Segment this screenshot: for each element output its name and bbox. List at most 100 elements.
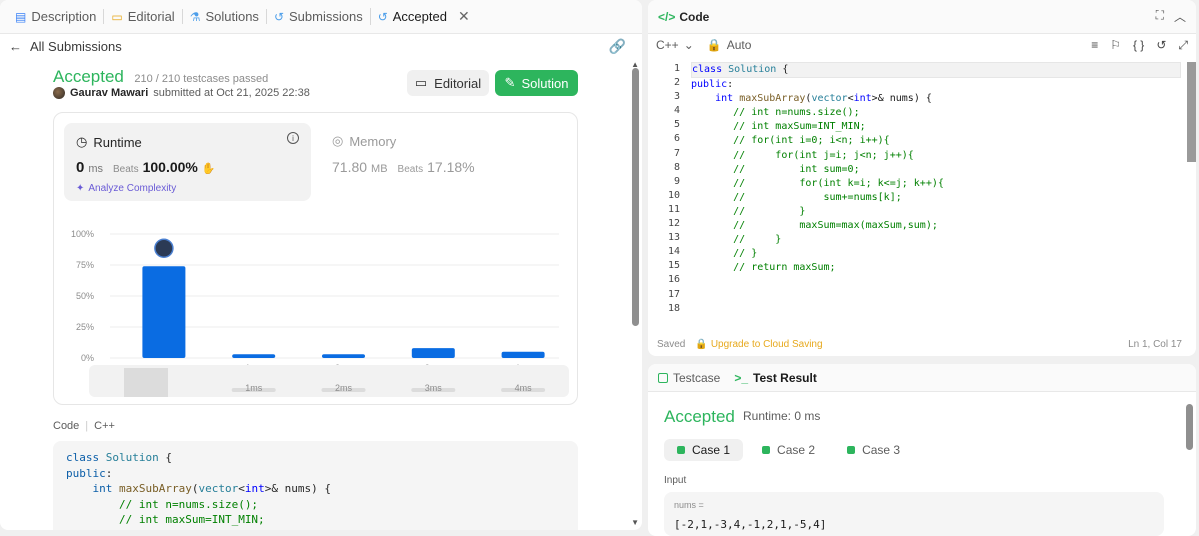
book-icon: ▭ xyxy=(414,75,428,90)
code-section-label: Code xyxy=(53,420,80,432)
terminal-icon: >_ xyxy=(734,370,749,385)
code-panel-header: </> Code ⛶ ︿ xyxy=(648,0,1196,34)
tab-accepted-label: Accepted xyxy=(392,9,447,24)
tab-description[interactable]: ▤ Description xyxy=(8,9,103,24)
runtime-box[interactable]: ◷ Runtime i 0 ms Beats 100.00% ✋ ✦ Analy… xyxy=(64,123,311,201)
avatar[interactable] xyxy=(53,87,65,99)
y-tick-label: 25% xyxy=(76,322,94,332)
solution-button-label: Solution xyxy=(521,75,569,91)
code-panel-title: Code xyxy=(679,9,710,24)
left-scrollbar-thumb[interactable] xyxy=(632,68,639,326)
chart-bar[interactable] xyxy=(142,266,186,358)
analyze-complexity-link[interactable]: ✦ Analyze Complexity xyxy=(76,183,176,194)
test-runtime: Runtime: 0 ms xyxy=(743,409,821,423)
runtime-heading: ◷ Runtime xyxy=(76,134,142,150)
case-label: Case 1 xyxy=(692,443,731,457)
tab-editorial[interactable]: ▭ Editorial xyxy=(103,9,181,24)
code-editor[interactable]: 1 2 3 4 5 6 7 8 9 10 11 12 13 14 15 16 1… xyxy=(648,62,1184,322)
memory-heading[interactable]: ◎ Memory xyxy=(332,133,396,149)
test-result-panel: Testcase >_ Test Result Accepted Runtime… xyxy=(648,364,1196,536)
left-scrollbar[interactable] xyxy=(632,62,639,522)
tab-accepted[interactable]: ↺ Accepted ✕ xyxy=(369,8,477,25)
history-icon: ↺ xyxy=(377,9,388,24)
panel-window-controls: ⛶ ︿ xyxy=(1156,8,1186,25)
close-icon[interactable]: ✕ xyxy=(458,8,470,25)
submission-details: Accepted 210 / 210 testcases passed Gaur… xyxy=(0,60,630,530)
back-to-submissions[interactable]: ← All Submissions xyxy=(9,39,122,54)
case-tab-3[interactable]: Case 3 xyxy=(834,439,913,461)
input-name: nums = xyxy=(674,500,704,510)
runtime-unit: ms xyxy=(88,163,104,175)
scroll-down-icon[interactable]: ▼ xyxy=(631,518,639,527)
analyze-label: Analyze Complexity xyxy=(88,183,177,194)
scroll-up-icon[interactable]: ▲ xyxy=(631,60,639,69)
chart-bar[interactable] xyxy=(501,351,545,358)
editor-code-text[interactable]: class Solution { public: int maxSubArray… xyxy=(691,62,1181,304)
memory-value: 71.80 xyxy=(332,159,368,175)
bookmark-icon[interactable]: ⚐ xyxy=(1110,38,1121,53)
case-tab-2[interactable]: Case 2 xyxy=(749,439,828,461)
scrubber-label: 1ms xyxy=(245,383,263,393)
test-panel-scrollbar[interactable] xyxy=(1186,404,1193,450)
braces-icon[interactable]: { } xyxy=(1133,38,1144,53)
left-tab-bar: ▤ Description ▭ Editorial ⚗ Solutions ↺ … xyxy=(0,0,642,34)
edit-icon: ✎ xyxy=(504,75,516,90)
test-panel-header: Testcase >_ Test Result xyxy=(648,364,1196,392)
submitted-code-preview[interactable]: class Solution { public: int maxSubArray… xyxy=(53,441,578,530)
editor-scrollbar[interactable] xyxy=(1186,62,1196,324)
scrubber-label: 3ms xyxy=(425,383,443,393)
status-title: Accepted xyxy=(53,67,124,86)
chevron-down-icon[interactable]: ⌄ xyxy=(684,38,694,52)
runtime-distribution-chart[interactable]: 100%75%50%25%0%1ms2ms3ms4ms1ms2ms3ms4ms xyxy=(54,208,579,408)
clap-icon: ✋ xyxy=(201,163,216,175)
user-avatar-marker xyxy=(154,238,174,258)
tab-testcase[interactable]: Testcase xyxy=(658,371,720,385)
case-tab-1[interactable]: Case 1 xyxy=(664,439,744,461)
editor-tools: ≡ ⚐ { } ↺ ⤢ xyxy=(1091,38,1188,53)
clock-icon: ◷ xyxy=(76,134,88,149)
chevron-up-icon[interactable]: ︿ xyxy=(1174,8,1186,25)
editor-status-bar: Saved 🔒 Upgrade to Cloud Saving Ln 1, Co… xyxy=(657,339,1182,350)
language-select[interactable]: C++ xyxy=(656,38,679,52)
y-tick-label: 50% xyxy=(76,291,94,301)
scrubber-window xyxy=(124,368,168,397)
upgrade-link[interactable]: 🔒 Upgrade to Cloud Saving xyxy=(695,339,822,350)
chart-bar[interactable] xyxy=(232,354,276,358)
tab-submissions[interactable]: ↺ Submissions xyxy=(265,9,370,24)
autocomplete-mode[interactable]: Auto xyxy=(727,38,752,52)
runtime-beats-pct: 100.00% xyxy=(142,159,198,175)
saved-status: Saved xyxy=(657,339,686,350)
tab-test-result-label: Test Result xyxy=(753,370,817,385)
result-row: Accepted 210 / 210 testcases passed xyxy=(53,67,268,87)
tab-test-result[interactable]: >_ Test Result xyxy=(734,371,816,385)
case-label: Case 2 xyxy=(777,443,816,457)
tab-description-label: Description xyxy=(31,9,97,24)
fullscreen-icon[interactable]: ⤢ xyxy=(1178,38,1188,53)
author-name[interactable]: Gaurav Mawari xyxy=(70,87,148,99)
maximize-icon[interactable]: ⛶ xyxy=(1156,8,1164,25)
editor-toolbar: C++ ⌄ 🔒 Auto ≡ ⚐ { } ↺ ⤢ xyxy=(648,35,1196,55)
reset-icon[interactable]: ↺ xyxy=(1156,38,1166,53)
editor-scrollbar-thumb[interactable] xyxy=(1187,62,1196,162)
chart-bar[interactable] xyxy=(322,354,365,358)
history-icon: ↺ xyxy=(273,9,284,24)
link-icon[interactable]: 🔗 xyxy=(609,38,626,55)
submitted-at: submitted at Oct 21, 2025 22:38 xyxy=(153,87,310,99)
y-tick-label: 100% xyxy=(71,229,94,239)
back-label: All Submissions xyxy=(30,38,122,54)
format-icon[interactable]: ≡ xyxy=(1091,38,1098,53)
memory-beats-label: Beats xyxy=(397,164,424,175)
memory-unit: MB xyxy=(371,163,388,175)
editorial-button[interactable]: ▭ Editorial xyxy=(407,70,489,96)
tab-solutions[interactable]: ⚗ Solutions xyxy=(181,9,266,24)
sparkle-icon: ✦ xyxy=(76,183,85,194)
scrubber-label: 2ms xyxy=(335,383,353,393)
testcases-count: 210 / 210 testcases passed xyxy=(134,73,269,85)
chart-bar[interactable] xyxy=(411,348,455,358)
solution-button[interactable]: ✎ Solution xyxy=(495,70,578,96)
subheader: ← All Submissions 🔗 xyxy=(0,36,642,56)
tab-submissions-label: Submissions xyxy=(289,9,363,24)
info-icon[interactable]: i xyxy=(287,132,299,144)
document-icon: ▤ xyxy=(15,9,27,24)
pass-icon xyxy=(677,446,685,454)
